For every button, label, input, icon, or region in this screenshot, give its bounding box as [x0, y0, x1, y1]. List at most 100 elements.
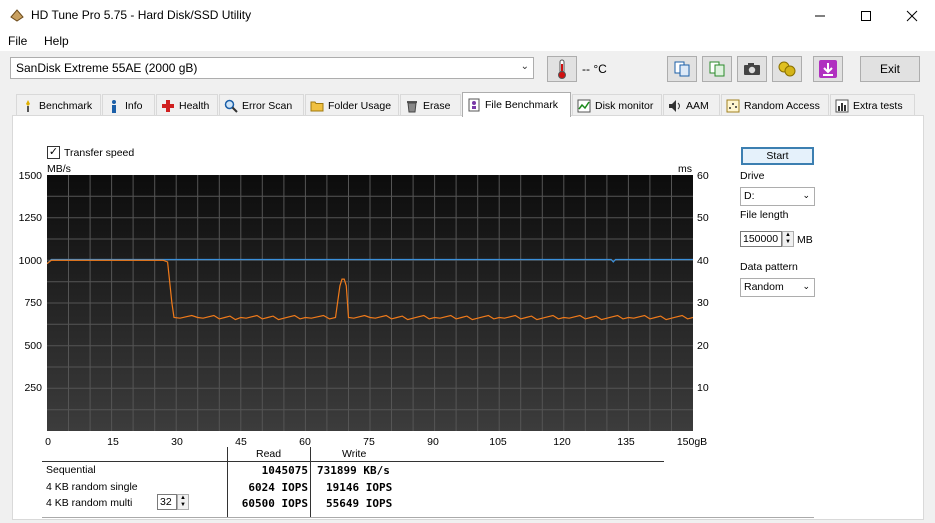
- maximize-button[interactable]: [843, 0, 889, 31]
- menu-bar: File Help: [0, 31, 935, 51]
- tab-label: Benchmark: [39, 99, 93, 112]
- options-button[interactable]: [772, 56, 802, 82]
- tab-random-access[interactable]: Random Access: [721, 94, 829, 116]
- y-tick-label: 1250: [18, 212, 42, 224]
- drive-label: Drive: [740, 170, 765, 182]
- tab-label: Random Access: [744, 99, 820, 112]
- file-benchmark-icon: [468, 98, 480, 112]
- data-pattern-value: Random: [744, 281, 784, 293]
- tab-bar: Benchmark Info Health Error Scan Folder …: [0, 92, 935, 117]
- aam-icon: [669, 99, 680, 112]
- transfer-speed-checkbox-row[interactable]: ✓ Transfer speed: [47, 146, 134, 159]
- tab-label: File Benchmark: [485, 99, 558, 111]
- tab-folder-usage[interactable]: Folder Usage: [305, 94, 399, 116]
- tab-label: Extra tests: [853, 99, 903, 112]
- close-button[interactable]: [889, 0, 935, 31]
- queue-depth-spinner[interactable]: ▲ ▼: [177, 494, 189, 510]
- health-icon: [162, 99, 174, 112]
- drive-select[interactable]: SanDisk Extreme 55AE (2000 gB) ⌄: [10, 57, 534, 79]
- tab-label: Health: [179, 99, 210, 112]
- start-button[interactable]: Start: [741, 147, 814, 165]
- temperature-button[interactable]: [547, 56, 577, 82]
- data-pattern-select[interactable]: Random ⌄: [740, 278, 815, 297]
- close-icon: [906, 10, 918, 21]
- error-scan-icon: [224, 99, 238, 113]
- copy-all-icon: [709, 61, 725, 77]
- menu-help[interactable]: Help: [44, 34, 69, 48]
- x-tick-label: 135: [617, 436, 635, 448]
- results-divider-read: [227, 447, 228, 517]
- tab-label: Erase: [423, 99, 451, 112]
- transfer-speed-checkbox[interactable]: ✓: [47, 146, 60, 159]
- tab-aam[interactable]: AAM: [663, 94, 720, 116]
- y2-tick-label: 60: [697, 170, 709, 182]
- transfer-speed-label: Transfer speed: [64, 146, 135, 159]
- write-header: Write: [342, 448, 367, 460]
- 4kb-multi-read-value: 60500 IOPS: [241, 497, 308, 510]
- 4kb-single-write-value: 19146 IOPS: [326, 481, 393, 494]
- minimize-button[interactable]: [797, 0, 843, 31]
- drive-letter-value: D:: [744, 190, 755, 202]
- file-length-spinner[interactable]: ▲ ▼: [782, 231, 794, 247]
- tab-file-benchmark[interactable]: File Benchmark: [462, 92, 571, 117]
- x-tick-label: 90: [427, 436, 439, 448]
- tab-benchmark[interactable]: Benchmark: [16, 94, 101, 116]
- y-tick-label: 1500: [18, 170, 42, 182]
- x-tick-label: 15: [107, 436, 119, 448]
- disk-monitor-icon: [577, 99, 591, 112]
- 4kb-multi-write-value: 55649 IOPS: [326, 497, 393, 510]
- tab-label: Disk monitor: [595, 99, 654, 112]
- x-tick-label: 75: [363, 436, 375, 448]
- y-tick-label: 750: [24, 297, 42, 309]
- spin-down-icon[interactable]: ▼: [178, 502, 188, 509]
- menu-file[interactable]: File: [8, 34, 27, 48]
- x-tick-label: 45: [235, 436, 247, 448]
- copy-icon: [674, 61, 690, 77]
- y-tick-label: 1000: [18, 255, 42, 267]
- tab-info[interactable]: Info: [102, 94, 155, 116]
- save-button[interactable]: [813, 56, 843, 82]
- chevron-down-icon: ⌄: [520, 61, 529, 72]
- y-tick-label: 500: [24, 340, 42, 352]
- spin-up-icon[interactable]: ▲: [178, 495, 188, 502]
- 4kb-single-read-value: 6024 IOPS: [248, 481, 308, 494]
- screenshot-button[interactable]: [737, 56, 767, 82]
- sequential-read-value: 1045075: [261, 464, 308, 477]
- file-length-input[interactable]: 150000: [740, 231, 782, 247]
- x-tick-label: 0: [45, 436, 51, 448]
- copy-all-button[interactable]: [702, 56, 732, 82]
- results-divider-write: [310, 447, 311, 517]
- right-axis-unit: ms: [678, 163, 692, 175]
- tab-disk-monitor[interactable]: Disk monitor: [572, 94, 662, 116]
- copy-button[interactable]: [667, 56, 697, 82]
- temperature-value: -- °C: [582, 62, 607, 76]
- y2-tick-label: 10: [697, 382, 709, 394]
- tab-erase[interactable]: Erase: [400, 94, 461, 116]
- queue-depth-input[interactable]: 32: [157, 494, 177, 510]
- thermometer-icon: [558, 59, 566, 79]
- tab-label: AAM: [686, 99, 709, 112]
- erase-icon: [407, 100, 417, 112]
- read-header: Read: [256, 448, 282, 460]
- spin-down-icon[interactable]: ▼: [783, 239, 793, 246]
- left-axis-unit: MB/s: [47, 163, 71, 175]
- x-tick-label: 120: [553, 436, 571, 448]
- folder-icon: [310, 101, 324, 111]
- window-title: HD Tune Pro 5.75 - Hard Disk/SSD Utility: [31, 8, 252, 22]
- tab-health[interactable]: Health: [156, 94, 218, 116]
- transfer-speed-chart: [47, 175, 693, 431]
- extra-tests-icon: [835, 99, 849, 112]
- tab-error-scan[interactable]: Error Scan: [219, 94, 304, 116]
- download-icon: [819, 60, 837, 78]
- spin-up-icon[interactable]: ▲: [783, 232, 793, 239]
- tab-label: Folder Usage: [328, 99, 392, 112]
- tab-extra-tests[interactable]: Extra tests: [830, 94, 915, 116]
- exit-button[interactable]: Exit: [860, 56, 920, 82]
- y2-tick-label: 30: [697, 297, 709, 309]
- title-bar: HD Tune Pro 5.75 - Hard Disk/SSD Utility: [0, 0, 935, 31]
- file-length-unit: MB: [797, 234, 813, 246]
- drive-letter-select[interactable]: D: ⌄: [740, 187, 815, 206]
- x-tick-label: 105: [489, 436, 507, 448]
- file-length-label: File length: [740, 209, 789, 221]
- results-bottom-line: [42, 517, 814, 518]
